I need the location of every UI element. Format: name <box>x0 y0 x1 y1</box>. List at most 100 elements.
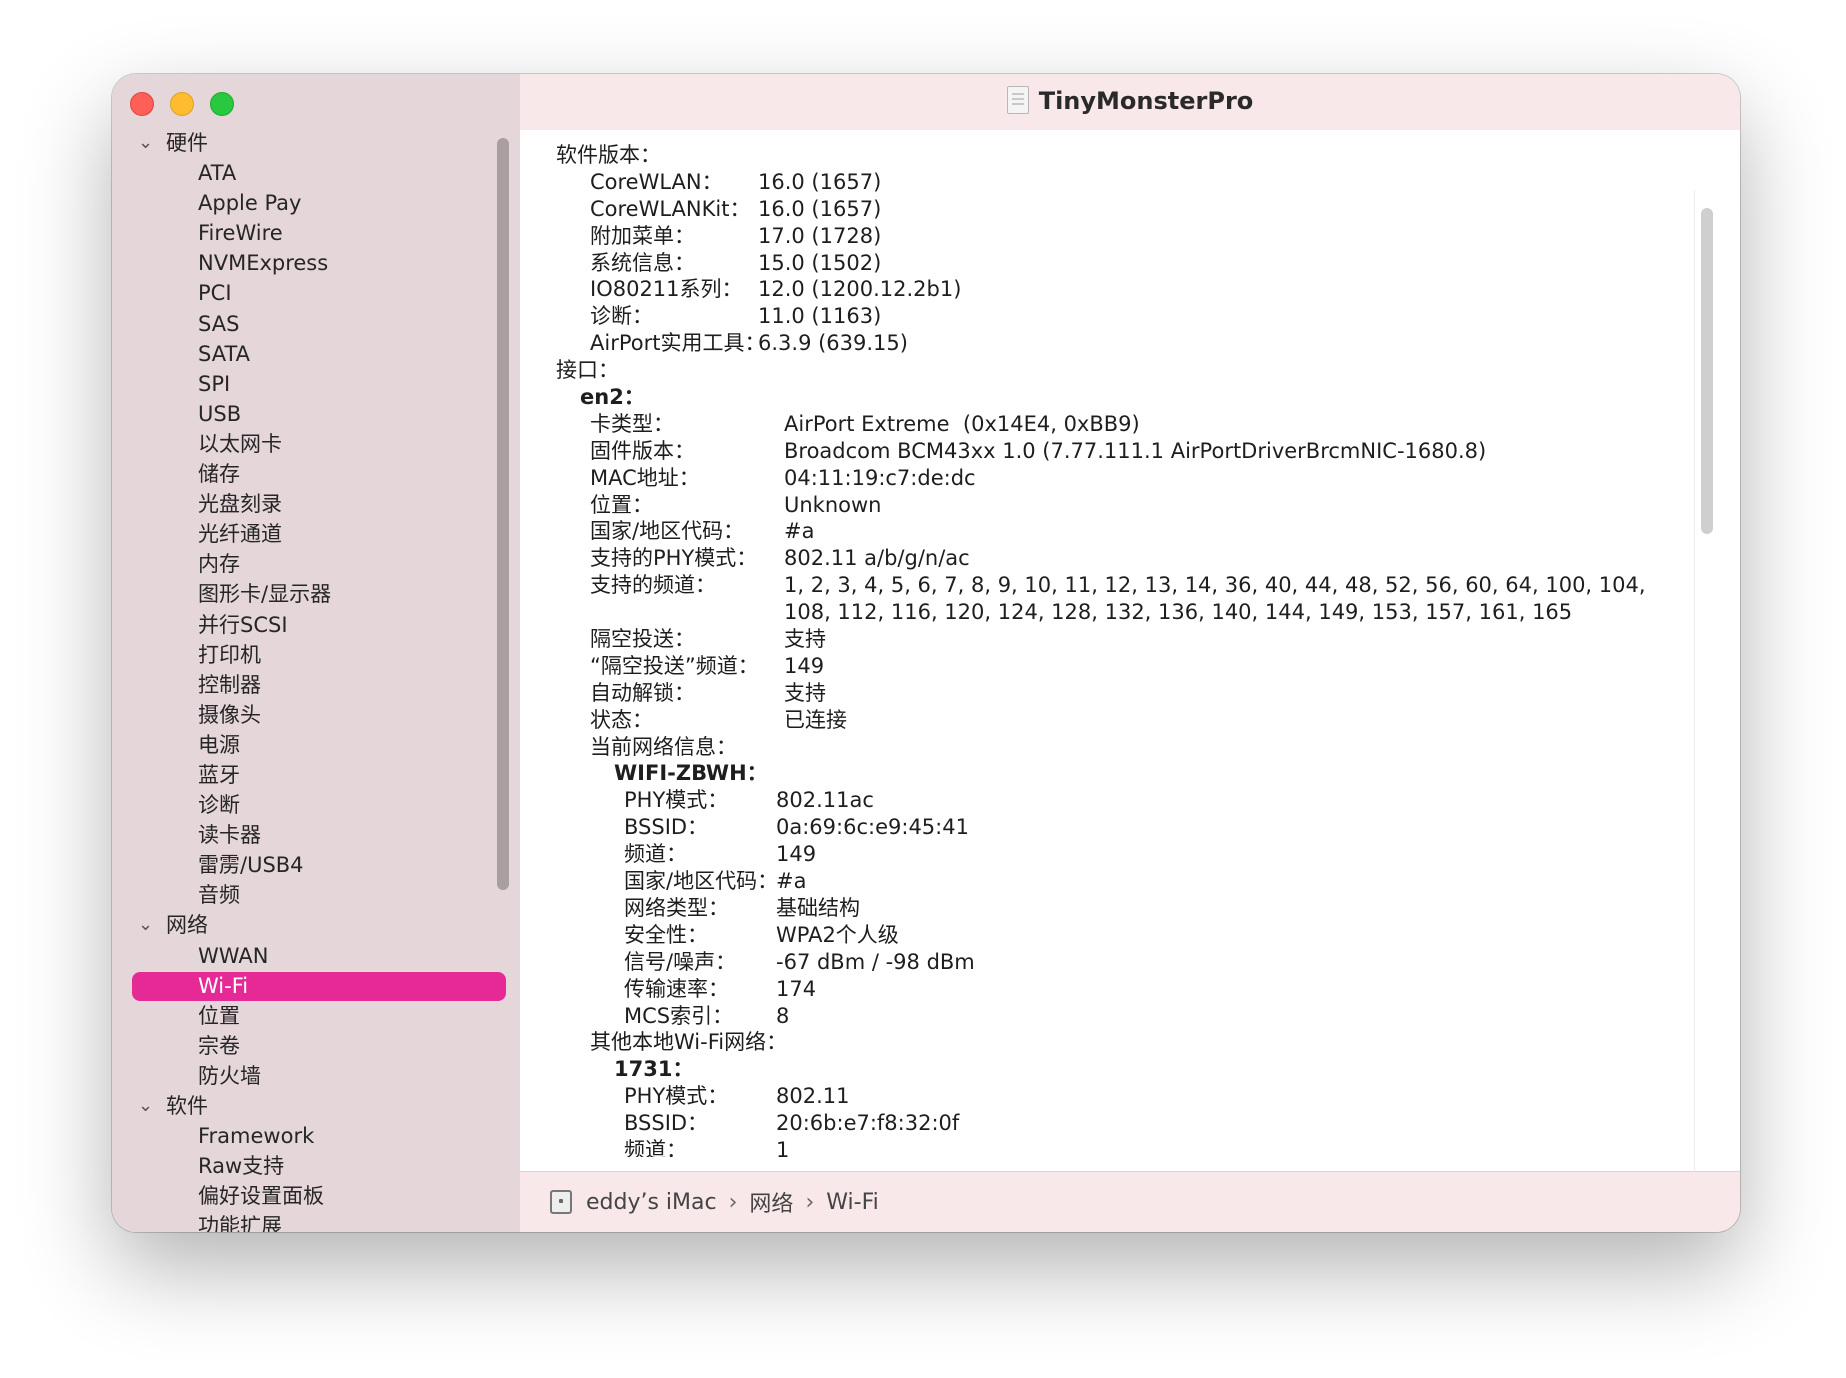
detail-row: IO80211系列： 12.0 (1200.12.2b1) <box>520 276 1710 303</box>
detail-value: Broadcom BCM43xx 1.0 (7.77.111.1 AirPort… <box>784 438 1487 463</box>
sidebar-group[interactable]: ⌄ 网络 <box>112 910 506 940</box>
detail-row: 频道： 149 <box>520 841 1710 868</box>
detail-row: 自动解锁： 支持 <box>520 680 1710 707</box>
close-button[interactable] <box>130 92 154 116</box>
sidebar-item[interactable]: USB <box>112 399 506 429</box>
sidebar-item[interactable]: 控制器 <box>112 670 506 700</box>
sidebar-item[interactable]: ATA <box>112 158 506 188</box>
sidebar-item-label: 摄像头 <box>198 702 261 727</box>
title-bar: TinyMonsterPro <box>520 74 1740 131</box>
sidebar-item[interactable]: NVMExpress <box>112 248 506 278</box>
detail-row: 状态： 已连接 <box>520 707 1710 734</box>
detail-value: 1, 2, 3, 4, 5, 6, 7, 8, 9, 10, 11, 12, 1… <box>784 573 1646 598</box>
sidebar-item-label: ATA <box>198 161 237 186</box>
zoom-button[interactable] <box>210 92 234 116</box>
detail-row: 国家/地区代码： #a <box>520 868 1710 895</box>
sidebar-item[interactable]: 偏好设置面板 <box>112 1181 506 1211</box>
detail-row: 1731： <box>520 1056 1710 1083</box>
sidebar-item[interactable]: SPI <box>112 369 506 399</box>
sidebar-item[interactable]: SAS <box>112 309 506 339</box>
detail-key: 位置： <box>590 492 653 517</box>
detail-value: 802.11 a/b/g/n/ac <box>784 546 970 571</box>
sidebar-item[interactable]: 储存 <box>112 459 506 489</box>
sidebar-item[interactable]: Raw支持 <box>112 1151 506 1181</box>
sidebar-item-label: 图形卡/显示器 <box>198 582 332 607</box>
chevron-down-icon[interactable]: ⌄ <box>138 128 153 158</box>
detail-key: 系统信息： <box>590 250 695 275</box>
detail-value: #a <box>776 869 807 894</box>
sidebar-item[interactable]: 内存 <box>112 549 506 579</box>
detail-key: 固件版本： <box>590 438 695 463</box>
window-title: TinyMonsterPro <box>1038 87 1254 115</box>
sidebar-item-label: 光纤通道 <box>198 522 282 547</box>
sidebar-item[interactable]: 宗卷 <box>112 1031 506 1061</box>
sidebar-item-label: Wi-Fi <box>198 973 249 998</box>
sidebar-scrollbar-thumb[interactable] <box>497 138 509 890</box>
sidebar-tree: ⌄ 硬件 ATA Apple Pay FireWire NVMExpress PCI SAS S… <box>112 128 506 1232</box>
sidebar-item[interactable]: 并行SCSI <box>112 610 506 640</box>
sidebar-item-label: 光盘刻录 <box>198 492 282 517</box>
sidebar-item[interactable]: 诊断 <box>112 790 506 820</box>
sidebar-item[interactable]: 功能扩展 <box>112 1211 506 1232</box>
detail-row: 接口： <box>520 357 1710 384</box>
detail-row: MCS索引： 8 <box>520 1003 1710 1030</box>
sidebar-item[interactable]: 光盘刻录 <box>112 489 506 519</box>
system-information-window: ⌄ 硬件 ATA Apple Pay FireWire NVMExpress PCI SAS S… <box>112 74 1740 1232</box>
breadcrumb-network[interactable]: 网络 <box>749 1186 793 1218</box>
sidebar: ⌄ 硬件 ATA Apple Pay FireWire NVMExpress PCI SAS S… <box>112 74 521 1232</box>
sidebar-item[interactable]: 防火墙 <box>112 1061 506 1091</box>
detail-key: 软件版本： <box>556 143 661 167</box>
sidebar-item[interactable]: 电源 <box>112 730 506 760</box>
detail-row: CoreWLANKit： 16.0 (1657) <box>520 196 1710 223</box>
sidebar-item-label: SATA <box>198 341 251 366</box>
sidebar-item[interactable]: Framework <box>112 1121 506 1151</box>
detail-row: 其他本地Wi-Fi网络： <box>520 1029 1710 1056</box>
detail-key: 信号/噪声： <box>624 949 737 974</box>
detail-row: 安全性： WPA2个人级 <box>520 922 1710 949</box>
sidebar-item-label: 雷雳/USB4 <box>198 853 304 878</box>
detail-key: 安全性： <box>624 922 708 947</box>
detail-value: Unknown <box>784 492 882 517</box>
sidebar-item[interactable]: 打印机 <box>112 640 506 670</box>
sidebar-item[interactable]: Apple Pay <box>112 188 506 218</box>
sidebar-item[interactable]: 图形卡/显示器 <box>112 579 506 609</box>
sidebar-item-label: FireWire <box>198 221 283 246</box>
sidebar-item[interactable]: WWAN <box>112 941 506 971</box>
sidebar-item[interactable]: 光纤通道 <box>112 519 506 549</box>
imac-icon <box>550 1190 572 1214</box>
sidebar-item[interactable]: PCI <box>112 278 506 308</box>
detail-key: 频道： <box>624 1137 687 1157</box>
content-scrollbar-thumb[interactable] <box>1701 208 1713 534</box>
sidebar-item[interactable]: 蓝牙 <box>112 760 506 790</box>
breadcrumb-separator: › <box>805 1189 815 1215</box>
chevron-down-icon[interactable]: ⌄ <box>138 910 153 940</box>
detail-row: 支持的PHY模式： 802.11 a/b/g/n/ac <box>520 545 1710 572</box>
sidebar-item[interactable]: 雷雳/USB4 <box>112 850 506 880</box>
sidebar-item[interactable]: FireWire <box>112 218 506 248</box>
detail-value: AirPort Extreme (0x14E4, 0xBB9) <box>784 411 1140 436</box>
sidebar-item[interactable]: 位置 <box>112 1001 506 1031</box>
sidebar-group[interactable]: ⌄ 硬件 <box>112 128 506 158</box>
sidebar-item[interactable]: 以太网卡 <box>112 429 506 459</box>
minimize-button[interactable] <box>170 92 194 116</box>
chevron-down-icon[interactable]: ⌄ <box>138 1091 153 1121</box>
sidebar-item[interactable]: 音频 <box>112 880 506 910</box>
detail-row: 隔空投送： 支持 <box>520 626 1710 653</box>
detail-row: BSSID： 20:6b:e7:f8:32:0f <box>520 1110 1710 1137</box>
detail-row: 网络类型： 基础结构 <box>520 895 1710 922</box>
sidebar-item[interactable]: 读卡器 <box>112 820 506 850</box>
detail-key: 状态： <box>590 707 653 732</box>
sidebar-group[interactable]: ⌄ 软件 <box>112 1091 506 1121</box>
sidebar-item[interactable]: SATA <box>112 339 506 369</box>
sidebar-item[interactable]: Wi-Fi <box>112 971 506 1001</box>
detail-row: PHY模式： 802.11ac <box>520 787 1710 814</box>
sidebar-item-label: 偏好设置面板 <box>198 1184 324 1209</box>
sidebar-item[interactable]: 摄像头 <box>112 700 506 730</box>
breadcrumb-wifi[interactable]: Wi-Fi <box>826 1190 879 1215</box>
detail-value: 6.3.9 (639.15) <box>758 331 908 356</box>
detail-content[interactable]: 软件版本： CoreWLAN： 16.0 (1657) CoreWLANKit： 16.… <box>520 130 1740 1172</box>
detail-key: 隔空投送： <box>590 627 695 652</box>
sidebar-item-label: 以太网卡 <box>198 431 282 456</box>
breadcrumb-computer[interactable]: eddy’s iMac <box>586 1190 717 1215</box>
path-bar: eddy’s iMac › 网络 › Wi-Fi <box>520 1171 1740 1232</box>
